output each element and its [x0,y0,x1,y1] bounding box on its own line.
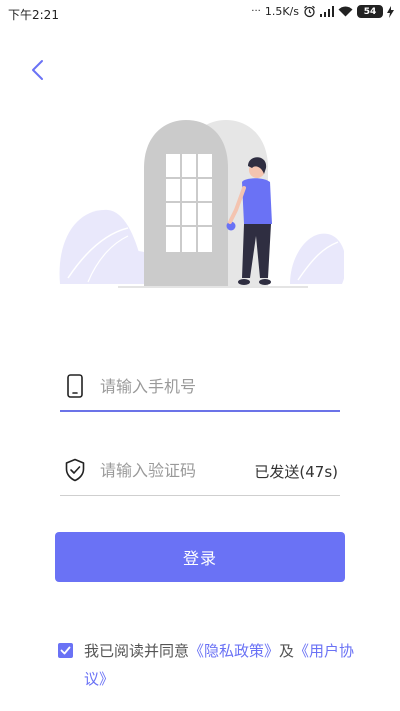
status-bar: 下午2:21 ··· 1.5K/s 54 [0,0,400,28]
alarm-icon [304,5,315,18]
phone-underline [60,410,340,412]
code-underline [60,495,340,496]
agreement-text: 我已阅读并同意《隐私政策》及《用户协议》 [58,637,358,693]
phone-input[interactable] [100,372,250,400]
privacy-policy-link[interactable]: 《隐私政策》 [189,642,279,660]
signal-icon [320,6,334,17]
charging-icon [387,5,394,18]
code-field[interactable]: 已发送(47s) [60,450,340,496]
check-icon [60,646,71,655]
code-input[interactable] [100,456,250,484]
resend-countdown[interactable]: 已发送(47s) [254,461,338,482]
dots-icon: ··· [251,6,261,17]
login-button[interactable]: 登录 [55,532,345,582]
agreement: 我已阅读并同意《隐私政策》及《用户协议》 [58,637,358,693]
agreement-conjunction: 及 [279,642,295,660]
phone-field[interactable] [60,366,340,412]
status-icons: ··· 1.5K/s 54 [251,5,394,18]
battery-icon: 54 [357,5,383,18]
door-illustration [59,120,344,288]
wifi-icon [338,6,353,17]
phone-icon [67,374,83,398]
agreement-prefix: 我已阅读并同意 [84,642,190,660]
agreement-checkbox[interactable] [58,643,73,658]
chevron-left-icon [32,60,43,80]
back-button[interactable] [26,58,50,82]
net-speed: 1.5K/s [264,5,299,18]
status-time: 下午2:21 [8,8,59,22]
shield-check-icon [65,458,85,482]
